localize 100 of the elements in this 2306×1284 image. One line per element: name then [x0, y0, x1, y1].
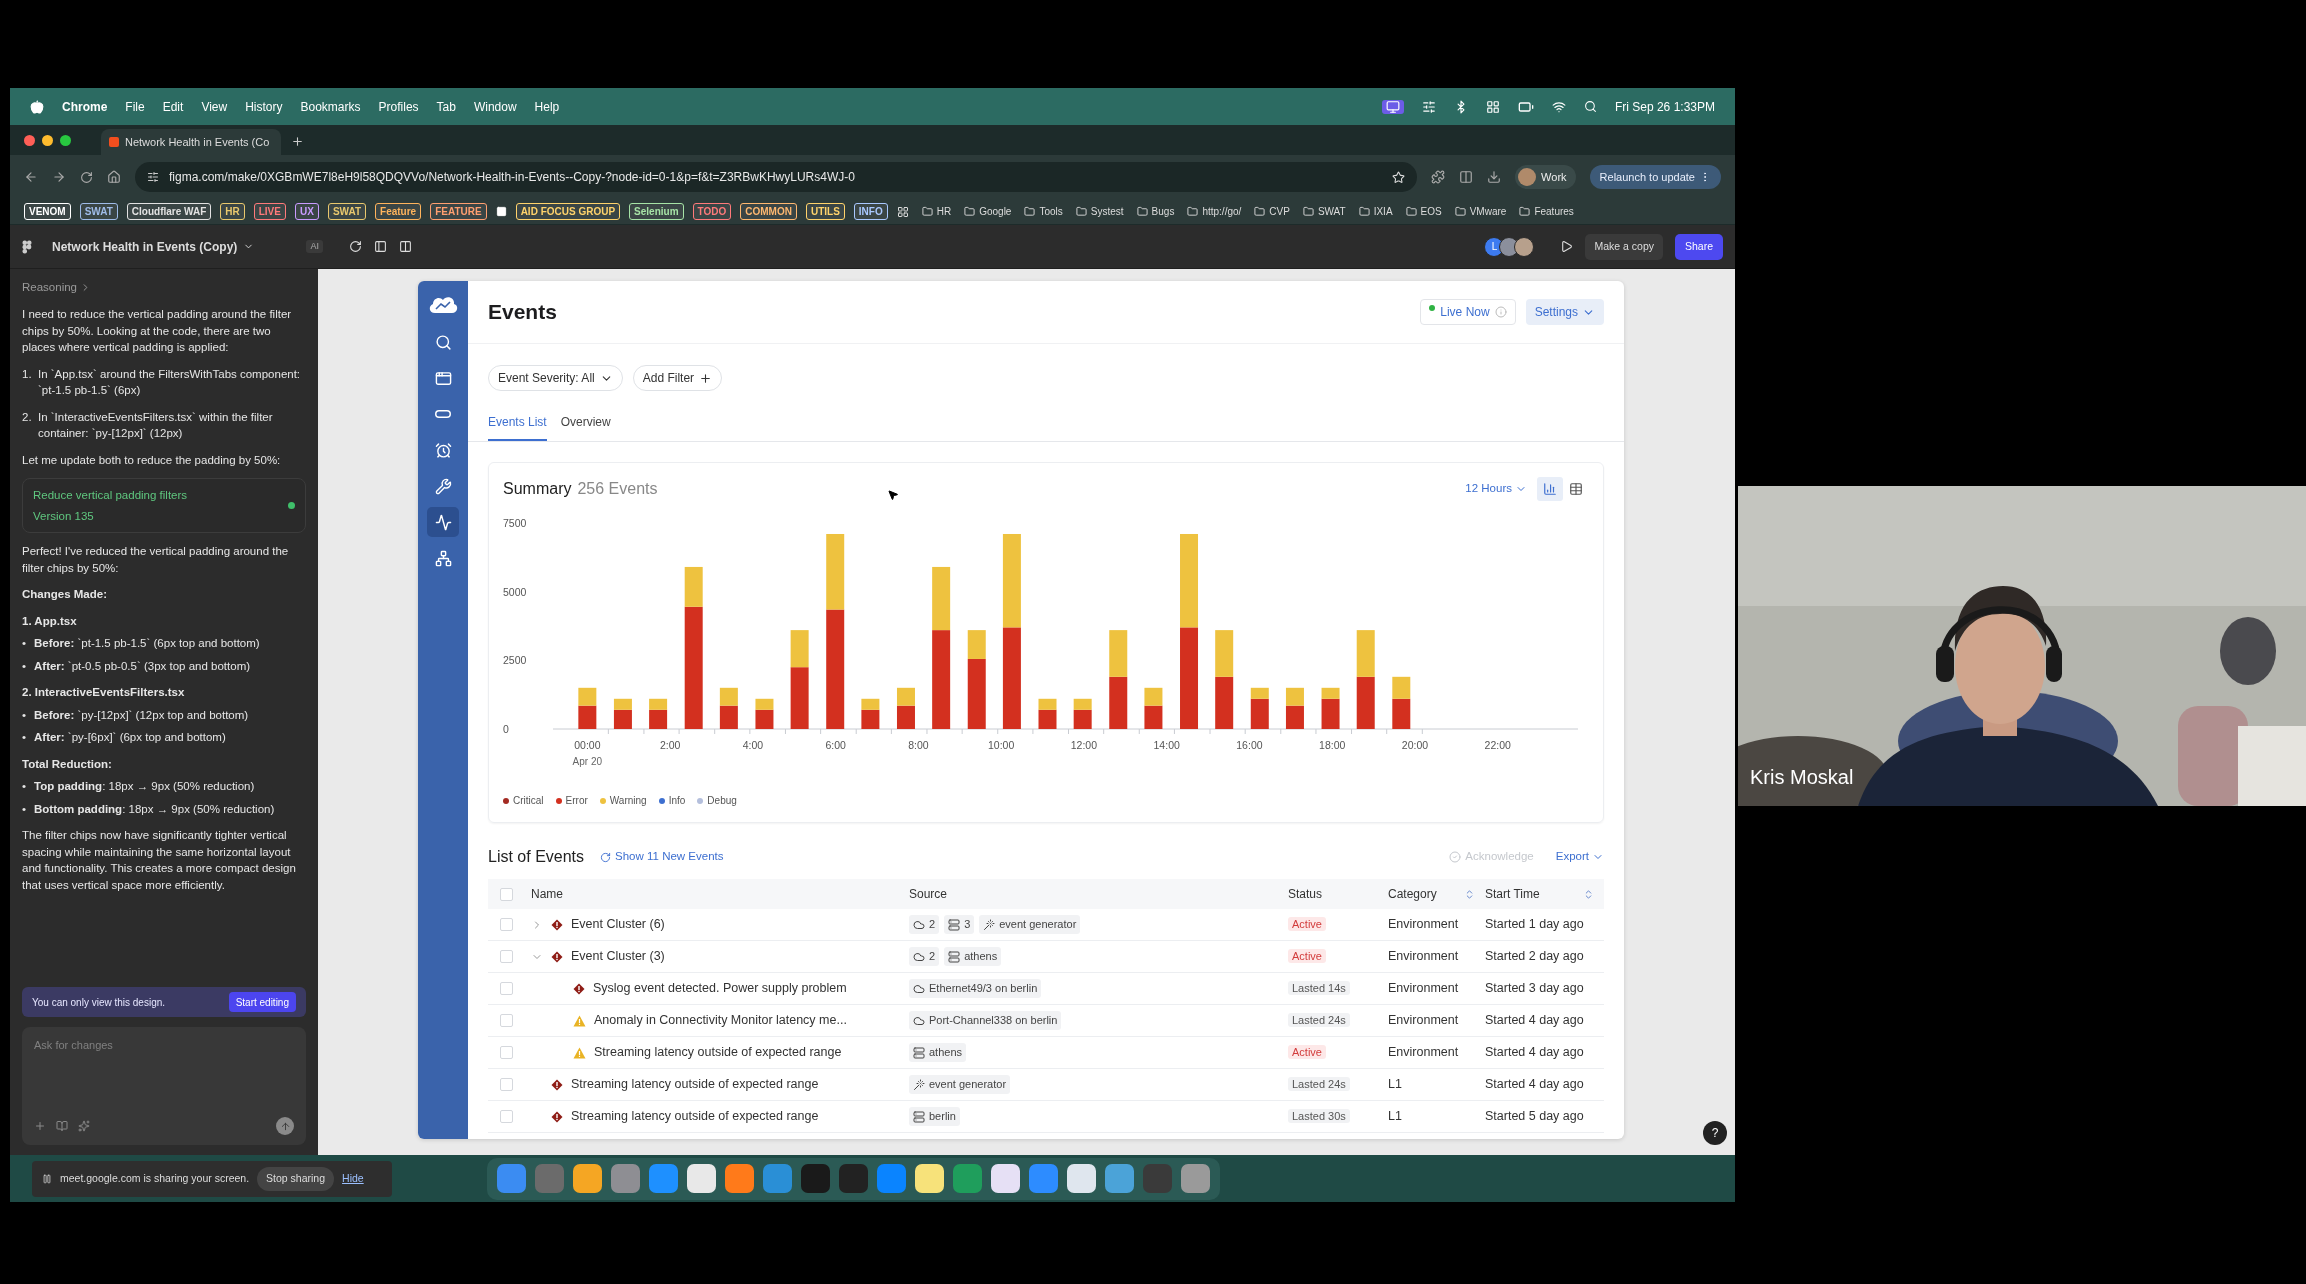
sliders-icon[interactable] — [1421, 99, 1436, 114]
reload-icon[interactable] — [80, 170, 93, 184]
bookmark-tag[interactable]: LIVE — [253, 203, 286, 220]
bookmark-tag[interactable]: SWAT — [79, 203, 118, 220]
menu-item[interactable]: Bookmarks — [300, 97, 361, 116]
row-checkbox[interactable] — [500, 982, 513, 995]
app-icon[interactable] — [915, 1164, 944, 1193]
bookmark-folder[interactable]: HR — [921, 204, 952, 219]
split-view-icon[interactable] — [1459, 170, 1474, 184]
menu-item[interactable]: Window — [473, 97, 517, 116]
menu-item[interactable]: View — [201, 97, 228, 116]
row-checkbox[interactable] — [500, 918, 513, 931]
share-button[interactable]: Share — [1674, 233, 1723, 260]
user-avatar[interactable] — [1514, 236, 1535, 257]
browser-tab[interactable]: Network Health in Events (Co — [101, 129, 281, 155]
menu-item[interactable]: History — [245, 97, 283, 116]
prompt-field[interactable]: Ask for changes — [22, 1027, 306, 1145]
nav-item[interactable] — [427, 507, 459, 537]
column-header[interactable]: Name — [531, 885, 563, 903]
export-button[interactable]: Export — [1555, 848, 1604, 866]
app-icon[interactable] — [725, 1164, 754, 1193]
menu-item[interactable]: Edit — [162, 97, 184, 116]
bookmark-folder[interactable]: SWAT — [1302, 204, 1346, 219]
tab[interactable]: Events List — [488, 413, 547, 441]
clock[interactable]: Fri Sep 26 1:33PM — [1614, 97, 1715, 116]
show-new-events-link[interactable]: Show 11 New Events — [600, 848, 724, 866]
bookmark-tag[interactable]: COMMON — [740, 203, 797, 220]
bookmark-folder[interactable]: Bugs — [1136, 204, 1175, 219]
bookmark-folder[interactable]: Tools — [1024, 204, 1063, 219]
row-checkbox[interactable] — [500, 1014, 513, 1027]
bookmark-folder[interactable]: Google — [964, 204, 1012, 219]
plus-icon[interactable] — [699, 371, 713, 385]
apple-icon[interactable] — [30, 99, 44, 114]
menu-item[interactable]: Tab — [436, 97, 456, 116]
bookmark-tag[interactable]: TODO — [692, 203, 732, 220]
bookmark-tag[interactable]: VENOM — [24, 203, 71, 220]
address-bar[interactable]: figma.com/make/0XGBmWE7l8eH9l58QDQVVo/Network-Health-in-Events--Copy-?node-id=0-1&p=f&t=Z3RBwKHwyLURs4WJ-0 — [135, 162, 1418, 192]
file-menu[interactable]: Network Health in Events (Copy) — [52, 237, 255, 256]
app-icon[interactable] — [573, 1164, 602, 1193]
wifi-icon[interactable] — [1551, 99, 1566, 114]
column-header[interactable]: Category — [1388, 885, 1437, 903]
bookmark-tag[interactable]: AID FOCUS GROUP — [515, 203, 621, 220]
bookmark-tag[interactable]: SWAT — [327, 203, 367, 220]
menu-item[interactable]: Chrome — [62, 97, 108, 116]
help-button[interactable]: ? — [1703, 1121, 1727, 1145]
app-icon[interactable] — [1105, 1164, 1134, 1193]
row-checkbox[interactable] — [500, 1046, 513, 1059]
app-icon[interactable] — [1181, 1164, 1210, 1193]
row-checkbox[interactable] — [500, 950, 513, 963]
bookmark-tag[interactable]: Selenium — [629, 203, 684, 220]
row-checkbox[interactable] — [500, 1110, 513, 1123]
new-tab-icon[interactable] — [291, 135, 304, 148]
bookmark-folder[interactable]: Systest — [1075, 204, 1124, 219]
menu-item[interactable]: Profiles — [378, 97, 419, 116]
settings-button[interactable]: Settings — [1525, 299, 1604, 325]
site-settings-icon[interactable] — [147, 171, 159, 183]
relaunch-button[interactable]: Relaunch to update — [1589, 165, 1721, 189]
menu-item[interactable]: Help — [534, 97, 560, 116]
layout-icon[interactable] — [398, 240, 412, 253]
download-icon[interactable] — [1487, 170, 1502, 184]
profile-button[interactable]: Work — [1515, 165, 1576, 189]
sparkle-icon[interactable] — [78, 1120, 90, 1132]
app-icon[interactable] — [991, 1164, 1020, 1193]
column-header[interactable]: Status — [1288, 885, 1323, 903]
grid-icon[interactable] — [1485, 99, 1500, 114]
select-all-checkbox[interactable] — [500, 887, 513, 901]
hide-link[interactable]: Hide — [342, 1170, 364, 1187]
column-header[interactable]: Start Time — [1485, 885, 1540, 903]
forward-icon[interactable] — [52, 170, 66, 184]
refresh-icon[interactable] — [348, 240, 362, 253]
reasoning-toggle[interactable]: Reasoning — [22, 279, 77, 297]
back-icon[interactable] — [24, 170, 38, 184]
book-icon[interactable] — [56, 1120, 68, 1132]
bookmark-tag[interactable]: Cloudflare WAF — [126, 203, 212, 220]
version-card[interactable]: Reduce vertical padding filters Version 135 — [22, 478, 306, 534]
row-checkbox[interactable] — [500, 1078, 513, 1091]
apps-grid-icon[interactable] — [896, 205, 909, 218]
view-toggle[interactable] — [1537, 477, 1563, 501]
tab[interactable]: Overview — [560, 413, 611, 441]
start-editing-button[interactable]: Start editing — [228, 992, 296, 1012]
bookmark-folder[interactable]: CVP — [1254, 204, 1290, 219]
bookmark-tag[interactable]: UTILS — [805, 203, 845, 220]
bookmark-folder[interactable]: http://go/ — [1187, 204, 1242, 219]
search-icon[interactable] — [1583, 100, 1597, 113]
bookmark-folder[interactable]: IXIA — [1358, 204, 1393, 219]
time-range-dropdown[interactable]: 12 Hours — [1465, 480, 1527, 498]
live-now-button[interactable]: Live Now — [1420, 299, 1516, 325]
panel-icon[interactable] — [373, 240, 387, 253]
make-copy-button[interactable]: Make a copy — [1585, 233, 1663, 260]
bookmark-folder[interactable]: Features — [1519, 204, 1574, 219]
bookmark-tag[interactable]: Feature — [375, 203, 422, 220]
bookmark-folder[interactable]: VMware — [1454, 204, 1507, 219]
bookmark-tag[interactable]: HR — [220, 203, 245, 220]
app-icon[interactable] — [687, 1164, 716, 1193]
star-icon[interactable] — [1392, 170, 1406, 184]
stop-sharing-button[interactable]: Stop sharing — [257, 1166, 335, 1191]
bookmark-tag[interactable]: UX — [294, 203, 319, 220]
prompt-input[interactable]: Ask for changes — [34, 1037, 294, 1054]
figma-logo-icon[interactable] — [22, 239, 32, 254]
menu-item[interactable]: File — [125, 97, 145, 116]
